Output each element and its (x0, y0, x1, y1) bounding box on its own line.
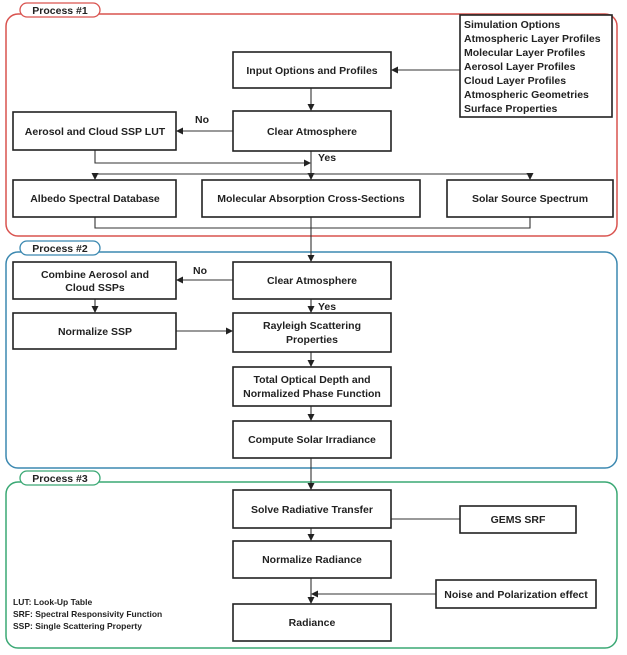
albedo-label: Albedo Spectral Database (30, 193, 160, 205)
input-item: Surface Properties (464, 103, 558, 115)
solve-rt-label: Solve Radiative Transfer (251, 504, 373, 516)
input-item: Atmospheric Layer Profiles (464, 33, 601, 45)
gems-srf-box: GEMS SRF (459, 505, 577, 534)
input-item: Cloud Layer Profiles (464, 75, 566, 87)
solar-source-box: Solar Source Spectrum (446, 179, 614, 218)
radiance-label: Radiance (289, 617, 336, 629)
process-3-label: Process #3 (32, 473, 88, 485)
molecular-label: Molecular Absorption Cross-Sections (217, 193, 405, 205)
gems-srf-label: GEMS SRF (491, 514, 546, 526)
normalize-radiance-box: Normalize Radiance (232, 540, 392, 579)
normalize-ssp-label: Normalize SSP (58, 326, 132, 338)
input-item: Simulation Options (464, 19, 560, 31)
optical-depth-box: Total Optical Depth and Normalized Phase… (232, 366, 392, 407)
optical-depth-label-line1: Total Optical Depth and (253, 374, 370, 386)
no-label-1: No (195, 114, 209, 126)
process-2-label: Process #2 (32, 243, 88, 255)
noise-label: Noise and Polarization effect (444, 589, 588, 601)
noise-box: Noise and Polarization effect (435, 579, 597, 609)
combine-box: Combine Aerosol and Cloud SSPs (12, 261, 177, 300)
no-label-2: No (193, 265, 207, 277)
yes-label-2: Yes (318, 301, 336, 313)
legend-srf: SRF: Spectral Responsivity Function (13, 609, 162, 619)
optical-depth-label-line2: Normalized Phase Function (243, 388, 381, 400)
normalize-ssp-box: Normalize SSP (12, 312, 177, 350)
albedo-box: Albedo Spectral Database (12, 179, 177, 218)
flowchart: Process #1 Process #2 Process #3 Simulat… (5, 2, 618, 649)
process-1-label: Process #1 (32, 5, 88, 17)
aerosol-lut-label: Aerosol and Cloud SSP LUT (25, 126, 166, 138)
aerosol-lut-box: Aerosol and Cloud SSP LUT (12, 111, 177, 151)
clear-atmosphere-1-box: Clear Atmosphere (232, 110, 392, 152)
merge-line (94, 217, 531, 229)
input-options-label: Input Options and Profiles (246, 65, 377, 77)
molecular-box: Molecular Absorption Cross-Sections (201, 179, 421, 218)
arrow-lut-to-yes (94, 150, 311, 167)
clear-atmosphere-2-box: Clear Atmosphere (232, 261, 392, 300)
solar-irradiance-label: Compute Solar Irradiance (248, 434, 376, 446)
rayleigh-box: Rayleigh Scattering Properties (232, 312, 392, 353)
solar-irradiance-box: Compute Solar Irradiance (232, 420, 392, 459)
rayleigh-label-line2: Properties (286, 334, 338, 346)
solve-rt-box: Solve Radiative Transfer (232, 489, 392, 529)
combine-label-line1: Combine Aerosol and (41, 269, 149, 281)
inputs-list-box: Simulation Options Atmospheric Layer Pro… (459, 14, 613, 118)
solar-source-label: Solar Source Spectrum (472, 193, 588, 205)
input-item: Molecular Layer Profiles (464, 47, 586, 59)
normalize-radiance-label: Normalize Radiance (262, 554, 362, 566)
combine-label-line2: Cloud SSPs (65, 282, 125, 294)
rayleigh-label-line1: Rayleigh Scattering (263, 320, 361, 332)
clear-atmosphere-1-label: Clear Atmosphere (267, 126, 357, 138)
yes-label-1: Yes (318, 152, 336, 164)
legend-ssp: SSP: Single Scattering Property (13, 621, 142, 631)
legend-lut: LUT: Look-Up Table (13, 597, 92, 607)
input-options-box: Input Options and Profiles (232, 51, 392, 89)
input-item: Aerosol Layer Profiles (464, 61, 576, 73)
radiance-box: Radiance (232, 603, 392, 642)
input-item: Atmospheric Geometries (464, 89, 589, 101)
clear-atmosphere-2-label: Clear Atmosphere (267, 275, 357, 287)
